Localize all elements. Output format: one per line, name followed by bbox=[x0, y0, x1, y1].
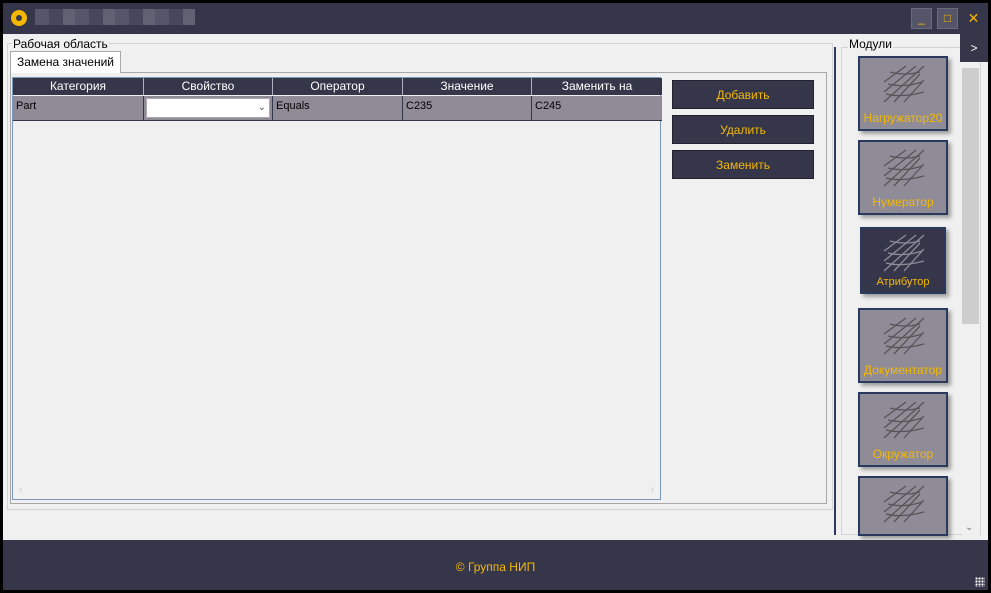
scroll-right-icon[interactable]: › bbox=[651, 484, 654, 495]
module-tile[interactable] bbox=[858, 476, 948, 536]
cell-operator[interactable]: Equals bbox=[273, 96, 403, 120]
module-label: Нагружатор20 bbox=[863, 111, 943, 125]
minimize-button[interactable]: _ bbox=[911, 8, 932, 29]
web-icon bbox=[883, 401, 925, 439]
table-row[interactable]: Part ⌄ Equals C235 C245 bbox=[13, 96, 662, 121]
property-dropdown[interactable]: ⌄ bbox=[146, 98, 270, 118]
workspace-group-label: Рабочая область bbox=[12, 37, 109, 51]
footer-copyright: © Группа НИП bbox=[455, 560, 536, 574]
cell-replace-with[interactable]: C245 bbox=[532, 96, 662, 120]
column-header-property[interactable]: Свойство bbox=[144, 78, 273, 95]
scroll-left-icon[interactable]: ‹ bbox=[19, 484, 22, 495]
module-tile-active[interactable]: Атрибутор bbox=[860, 227, 946, 294]
cell-category[interactable]: Part bbox=[13, 96, 144, 120]
module-label: Атрибутор bbox=[876, 276, 930, 288]
web-icon bbox=[883, 65, 925, 103]
web-icon bbox=[883, 149, 925, 187]
module-tile[interactable]: Нумератор bbox=[858, 140, 948, 215]
module-label: Документатор bbox=[863, 363, 943, 377]
web-icon bbox=[883, 234, 925, 272]
maximize-button[interactable]: □ bbox=[937, 8, 958, 29]
web-icon bbox=[883, 485, 925, 523]
scrollbar-thumb[interactable] bbox=[962, 68, 979, 324]
web-icon bbox=[883, 317, 925, 355]
resize-grip-icon[interactable] bbox=[975, 577, 985, 587]
column-header-value[interactable]: Значение bbox=[403, 78, 532, 95]
title-bar[interactable]: _ □ ✕ bbox=[3, 3, 988, 34]
expand-panel-button[interactable]: > bbox=[960, 34, 988, 62]
module-label: Окружатор bbox=[872, 447, 934, 461]
replace-rules-grid[interactable]: Категория Свойство Оператор Значение Зам… bbox=[12, 77, 662, 500]
modules-scrollbar[interactable]: ⌄ bbox=[962, 68, 979, 535]
add-button[interactable]: Добавить bbox=[672, 80, 814, 109]
column-header-category[interactable]: Категория bbox=[13, 78, 144, 95]
main-window: _ □ ✕ Рабочая область Замена значений Ка… bbox=[3, 3, 988, 590]
panel-divider[interactable] bbox=[834, 47, 836, 535]
cell-value[interactable]: C235 bbox=[403, 96, 532, 120]
chevron-down-icon[interactable]: ⌄ bbox=[258, 101, 266, 115]
delete-button[interactable]: Удалить bbox=[672, 115, 814, 144]
column-header-replace-with[interactable]: Заменить на bbox=[532, 78, 662, 95]
tab-replace-values[interactable]: Замена значений bbox=[10, 51, 121, 73]
close-button[interactable]: ✕ bbox=[963, 8, 984, 29]
module-label: Нумератор bbox=[872, 195, 934, 209]
cell-property[interactable]: ⌄ bbox=[144, 96, 273, 120]
replace-button[interactable]: Заменить bbox=[672, 150, 814, 179]
column-header-operator[interactable]: Оператор bbox=[273, 78, 403, 95]
window-title-redacted bbox=[35, 9, 195, 25]
module-tile[interactable]: Документатор bbox=[858, 308, 948, 383]
scroll-down-icon[interactable]: ⌄ bbox=[965, 522, 973, 533]
module-tile[interactable]: Окружатор bbox=[858, 392, 948, 467]
module-tile[interactable]: Нагружатор20 bbox=[858, 56, 948, 131]
app-logo-icon bbox=[11, 10, 27, 26]
modules-label: Модули bbox=[848, 37, 893, 51]
footer: © Группа НИП bbox=[3, 540, 988, 590]
grid-header: Категория Свойство Оператор Значение Зам… bbox=[13, 78, 662, 95]
